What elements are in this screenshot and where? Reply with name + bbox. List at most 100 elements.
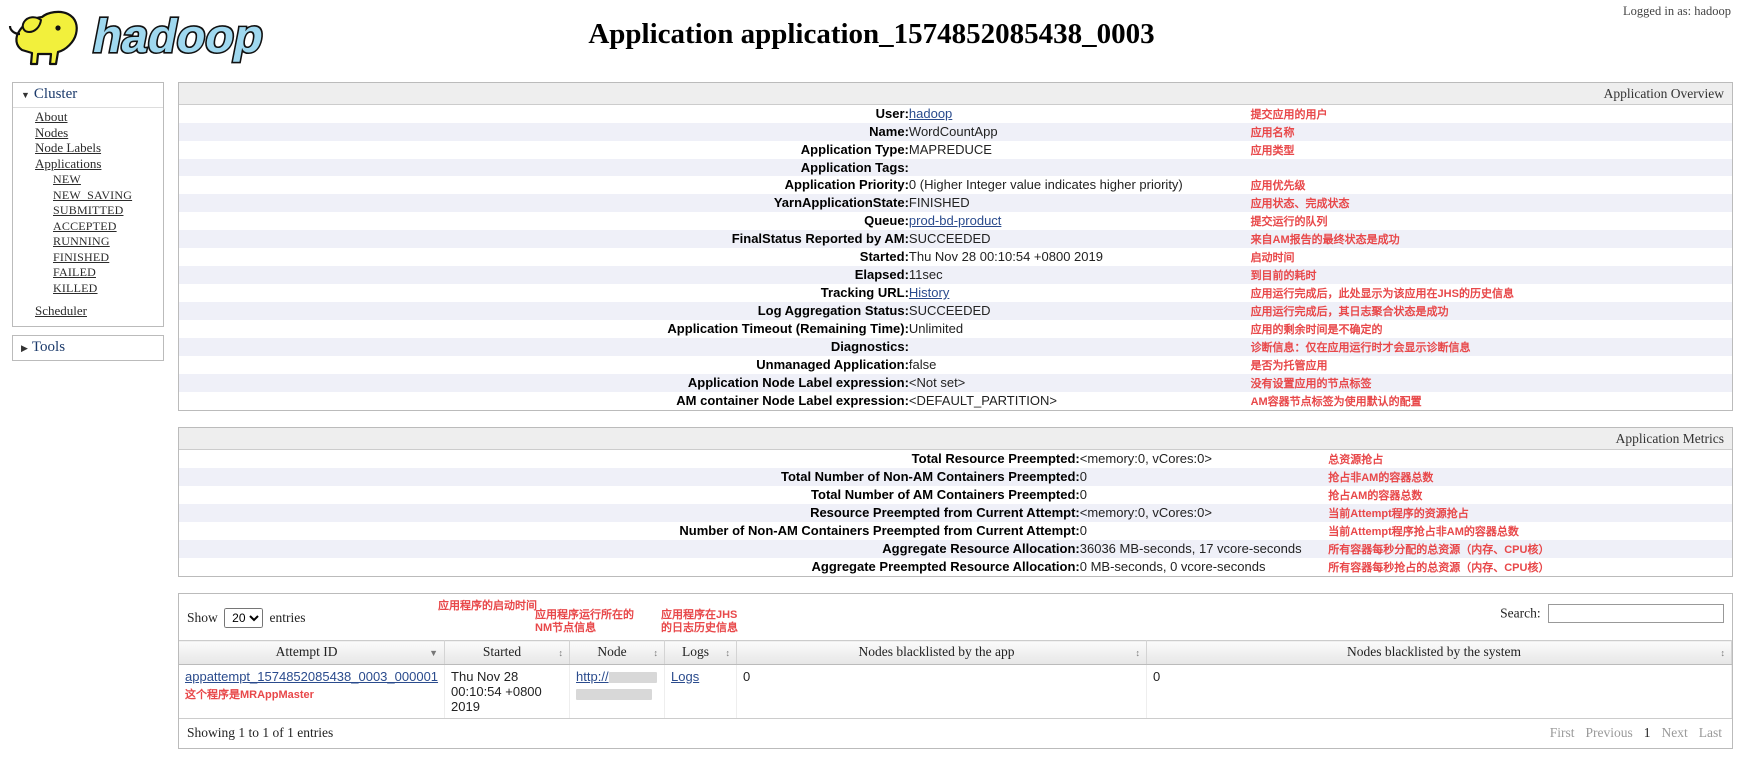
row-value: 0 [1080, 486, 1328, 504]
column-header-attempt-id[interactable]: Attempt ID ▼ [179, 641, 445, 665]
table-row: Total Number of Non-AM Containers Preemp… [179, 468, 1732, 486]
row-value: FINISHED [909, 194, 1251, 212]
tracking-url-link[interactable]: History [909, 285, 949, 300]
sidebar-item-about[interactable]: About [13, 110, 163, 126]
row-value: 0 [1080, 522, 1328, 540]
row-key: AM container Node Label expression: [179, 392, 909, 410]
column-header-node[interactable]: Node ↕ [570, 641, 665, 665]
pagination: First Previous 1 Next Last [1550, 725, 1722, 741]
cell-logs: Logs [665, 665, 737, 719]
table-row: Total Resource Preempted: <memory:0, vCo… [179, 450, 1732, 468]
pager-previous[interactable]: Previous [1586, 725, 1633, 741]
sidebar-item-scheduler[interactable]: Scheduler [13, 304, 163, 320]
row-key: Log Aggregation Status: [179, 302, 909, 320]
yarn-application-page: Logged in as: hadoop hadoop Application … [0, 0, 1743, 774]
application-overview-table: User: hadoop 提交应用的用户 Name: WordCountApp … [179, 105, 1732, 410]
user-link[interactable]: hadoop [909, 106, 952, 121]
row-note: 应用状态、完成状态 [1251, 194, 1732, 212]
sidebar-item-node-labels[interactable]: Node Labels [13, 141, 163, 157]
sidebar-item-new[interactable]: NEW [13, 172, 163, 188]
row-value: 11sec [909, 266, 1251, 284]
note-text: 应用程序的启动时间 [438, 600, 537, 612]
table-row: Tracking URL: History 应用运行完成后，此处显示为该应用在J… [179, 284, 1732, 302]
row-value: SUCCEEDED [909, 302, 1251, 320]
sidebar-item-accepted[interactable]: ACCEPTED [13, 219, 163, 235]
column-header-started[interactable]: Started ↕ [445, 641, 570, 665]
logged-in-label: Logged in as: hadoop [1623, 4, 1731, 19]
sidebar-tools-label: Tools [32, 339, 65, 355]
attempts-footer: Showing 1 to 1 of 1 entries First Previo… [179, 718, 1732, 748]
note-text: 应用程序运行所在的 NM节点信息 [535, 609, 634, 634]
row-note: 所有容器每秒分配的总资源（内存、CPU核） [1328, 540, 1732, 558]
row-note: 总资源抢占 [1328, 450, 1732, 468]
node-link[interactable]: http:// [576, 669, 609, 684]
row-key: FinalStatus Reported by AM: [179, 230, 909, 248]
row-note: 应用类型 [1251, 141, 1732, 159]
column-header-logs[interactable]: Logs ↕ [665, 641, 737, 665]
pager-first[interactable]: First [1550, 725, 1575, 741]
page-size-select[interactable]: 20 [224, 608, 263, 628]
search-input[interactable] [1548, 604, 1724, 623]
sidebar-tools-header[interactable]: ▶ Tools [13, 336, 163, 360]
note-node-column: 应用程序运行所在的 NM节点信息 [535, 596, 634, 635]
attempt-id-link[interactable]: appattempt_1574852085438_0003_000001 [185, 669, 438, 684]
note-text: 应用程序在JHS 的日志历史信息 [661, 609, 738, 634]
row-key: Number of Non-AM Containers Preempted fr… [179, 522, 1080, 540]
row-note: 没有设置应用的节点标签 [1251, 374, 1732, 392]
row-key: User: [179, 105, 909, 123]
table-row: Application Timeout (Remaining Time): Un… [179, 320, 1732, 338]
row-value: 36036 MB-seconds, 17 vcore-seconds [1080, 540, 1328, 558]
row-key: Application Tags: [179, 159, 909, 176]
cell-blacklisted-system: 0 [1147, 665, 1732, 719]
attempts-header-row: Attempt ID ▼ Started ↕ Node ↕ [179, 641, 1732, 665]
sidebar-item-submitted[interactable]: SUBMITTED [13, 203, 163, 219]
sidebar-item-new-saving[interactable]: NEW_SAVING [13, 188, 163, 204]
page-title: Application application_1574852085438_00… [0, 18, 1743, 51]
sidebar-cluster-header[interactable]: ▼Cluster [13, 83, 163, 108]
row-note: 提交运行的队列 [1251, 212, 1732, 230]
sort-desc-icon: ▼ [429, 648, 438, 658]
column-header-nodes-blacklisted-system[interactable]: Nodes blacklisted by the system ↕ [1147, 641, 1732, 665]
logs-link[interactable]: Logs [671, 669, 699, 684]
sidebar-item-killed[interactable]: KILLED [13, 281, 163, 297]
application-overview-panel: Application Overview User: hadoop 提交应用的用… [178, 82, 1733, 411]
column-label: Nodes blacklisted by the system [1347, 644, 1521, 659]
cell-blacklisted-app: 0 [737, 665, 1147, 719]
table-row: Resource Preempted from Current Attempt:… [179, 504, 1732, 522]
row-key: Resource Preempted from Current Attempt: [179, 504, 1080, 522]
row-value: MAPREDUCE [909, 141, 1251, 159]
sidebar-item-failed[interactable]: FAILED [13, 265, 163, 281]
sort-both-icon: ↕ [726, 648, 731, 658]
row-key: Diagnostics: [179, 338, 909, 356]
redacted-host [609, 672, 657, 683]
show-label: Show [187, 610, 218, 625]
row-value: SUCCEEDED [909, 230, 1251, 248]
pager-last[interactable]: Last [1699, 725, 1722, 741]
sidebar-item-running[interactable]: RUNNING [13, 234, 163, 250]
chevron-right-icon: ▶ [21, 343, 28, 353]
queue-link[interactable]: prod-bd-product [909, 213, 1002, 228]
redacted-host-2 [576, 689, 652, 700]
row-value: hadoop [909, 105, 1251, 123]
row-value [909, 338, 1251, 356]
row-key: Total Resource Preempted: [179, 450, 1080, 468]
attempts-panel: Show 20 entries 应用程序的启动时间 应用程序运行所在的 NM节点… [178, 593, 1733, 749]
row-note: 当前Attempt程序抢占非AM的容器总数 [1328, 522, 1732, 540]
column-header-nodes-blacklisted-app[interactable]: Nodes blacklisted by the app ↕ [737, 641, 1147, 665]
sort-both-icon: ↕ [1721, 648, 1726, 658]
row-note: AM容器节点标签为使用默认的配置 [1251, 392, 1732, 410]
row-note: 来自AM报告的最终状态是成功 [1251, 230, 1732, 248]
table-row: Diagnostics: 诊断信息：仅在应用运行时才会显示诊断信息 [179, 338, 1732, 356]
sidebar-item-finished[interactable]: FINISHED [13, 250, 163, 266]
sidebar-item-applications[interactable]: Applications [13, 157, 163, 173]
pager-next[interactable]: Next [1662, 725, 1688, 741]
row-key: YarnApplicationState: [179, 194, 909, 212]
sidebar-item-nodes[interactable]: Nodes [13, 126, 163, 142]
table-row: Aggregate Preempted Resource Allocation:… [179, 558, 1732, 576]
row-value: false [909, 356, 1251, 374]
showing-entries-info: Showing 1 to 1 of 1 entries [187, 725, 333, 741]
row-note: 抢占AM的容器总数 [1328, 486, 1732, 504]
table-row: FinalStatus Reported by AM: SUCCEEDED 来自… [179, 230, 1732, 248]
main-content: Application Overview User: hadoop 提交应用的用… [178, 82, 1733, 749]
pager-page-1[interactable]: 1 [1644, 725, 1651, 741]
